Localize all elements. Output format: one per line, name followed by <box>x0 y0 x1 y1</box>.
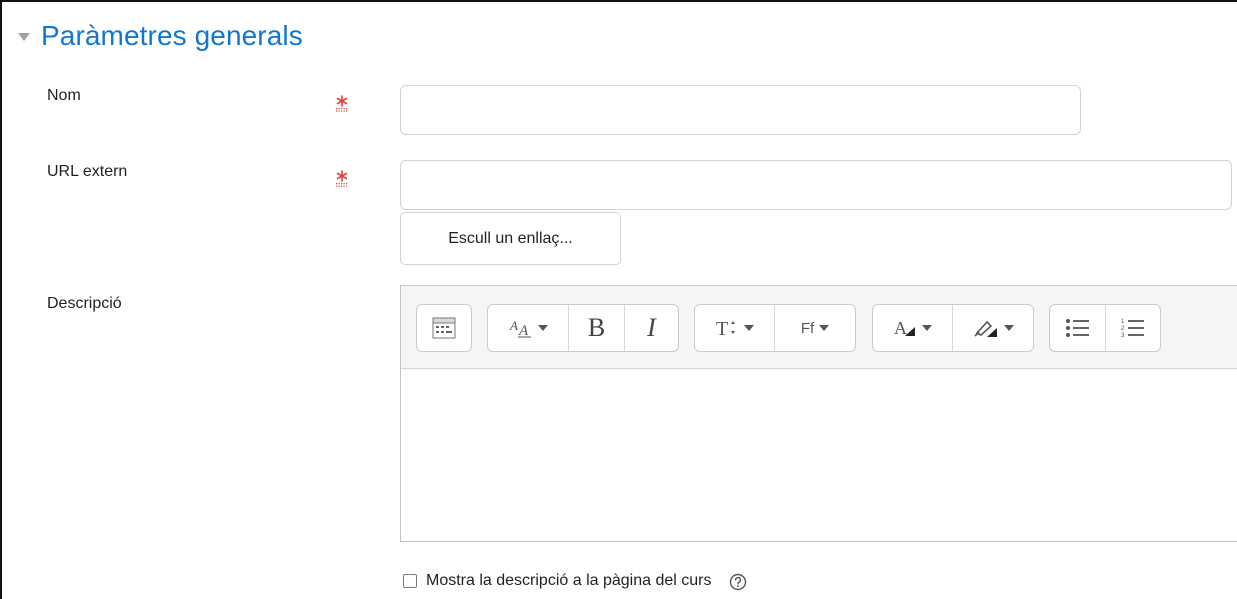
svg-text:T: T <box>716 318 728 339</box>
section-header[interactable]: Paràmetres generals <box>18 20 303 52</box>
svg-text:3: 3 <box>1121 333 1125 339</box>
show-description-row: Mostra la descripció a la pàgina del cur… <box>403 570 747 591</box>
bold-button[interactable]: B <box>569 305 625 351</box>
svg-text:A: A <box>509 318 518 333</box>
url-input[interactable] <box>400 160 1232 210</box>
toolbar-group-color: A <box>872 304 1034 352</box>
toolbar-group-lists: 123 <box>1049 304 1161 352</box>
background-color-button[interactable] <box>953 305 1033 351</box>
svg-text:1: 1 <box>1121 319 1125 325</box>
url-label: URL extern <box>47 163 128 180</box>
toolbar-toggle-icon <box>432 317 456 339</box>
italic-icon: I <box>647 313 656 342</box>
font-family-button[interactable]: Ff <box>775 305 855 351</box>
required-asterisk-icon <box>336 95 348 112</box>
background-color-icon <box>973 320 997 337</box>
paragraph-style-icon: T <box>716 318 735 339</box>
text-color-icon: A <box>894 318 915 338</box>
editor-content-area[interactable] <box>401 369 1237 541</box>
italic-button[interactable]: I <box>625 305 678 351</box>
help-icon[interactable] <box>729 573 747 591</box>
show-description-checkbox[interactable] <box>403 573 417 588</box>
bold-icon: B <box>587 313 606 342</box>
ordered-list-button[interactable]: 123 <box>1106 305 1160 351</box>
ordered-list-icon: 123 <box>1121 319 1144 339</box>
description-label: Descripció <box>47 295 122 312</box>
unordered-list-button[interactable] <box>1050 305 1106 351</box>
svg-text:2: 2 <box>1121 326 1125 332</box>
toolbar-group-style: T Ff <box>694 304 856 352</box>
name-input[interactable] <box>400 85 1081 135</box>
description-editor: A A B I T Ff A 1 2 3 <box>400 285 1237 542</box>
toolbar-group-collapse <box>416 304 472 352</box>
font-size-icon: A A <box>509 318 531 339</box>
caret-down-icon[interactable] <box>18 33 30 41</box>
text-color-button[interactable]: A <box>873 305 953 351</box>
font-size-button[interactable]: A A <box>488 305 569 351</box>
font-family-icon: Ff <box>800 319 815 337</box>
section-title: Paràmetres generals <box>41 20 303 51</box>
editor-toolbar: A A B I T Ff A 1 2 3 <box>401 286 1237 369</box>
svg-text:A: A <box>894 318 907 338</box>
choose-link-button[interactable]: Escull un enllaç... <box>400 212 621 265</box>
toolbar-toggle-button[interactable] <box>417 305 471 351</box>
name-label: Nom <box>47 87 81 104</box>
paragraph-style-button[interactable]: T <box>695 305 775 351</box>
unordered-list-icon <box>1065 319 1089 337</box>
toolbar-group-format: A A B I <box>487 304 679 352</box>
show-description-label[interactable]: Mostra la descripció a la pàgina del cur… <box>426 572 711 590</box>
required-asterisk-icon <box>336 170 348 187</box>
